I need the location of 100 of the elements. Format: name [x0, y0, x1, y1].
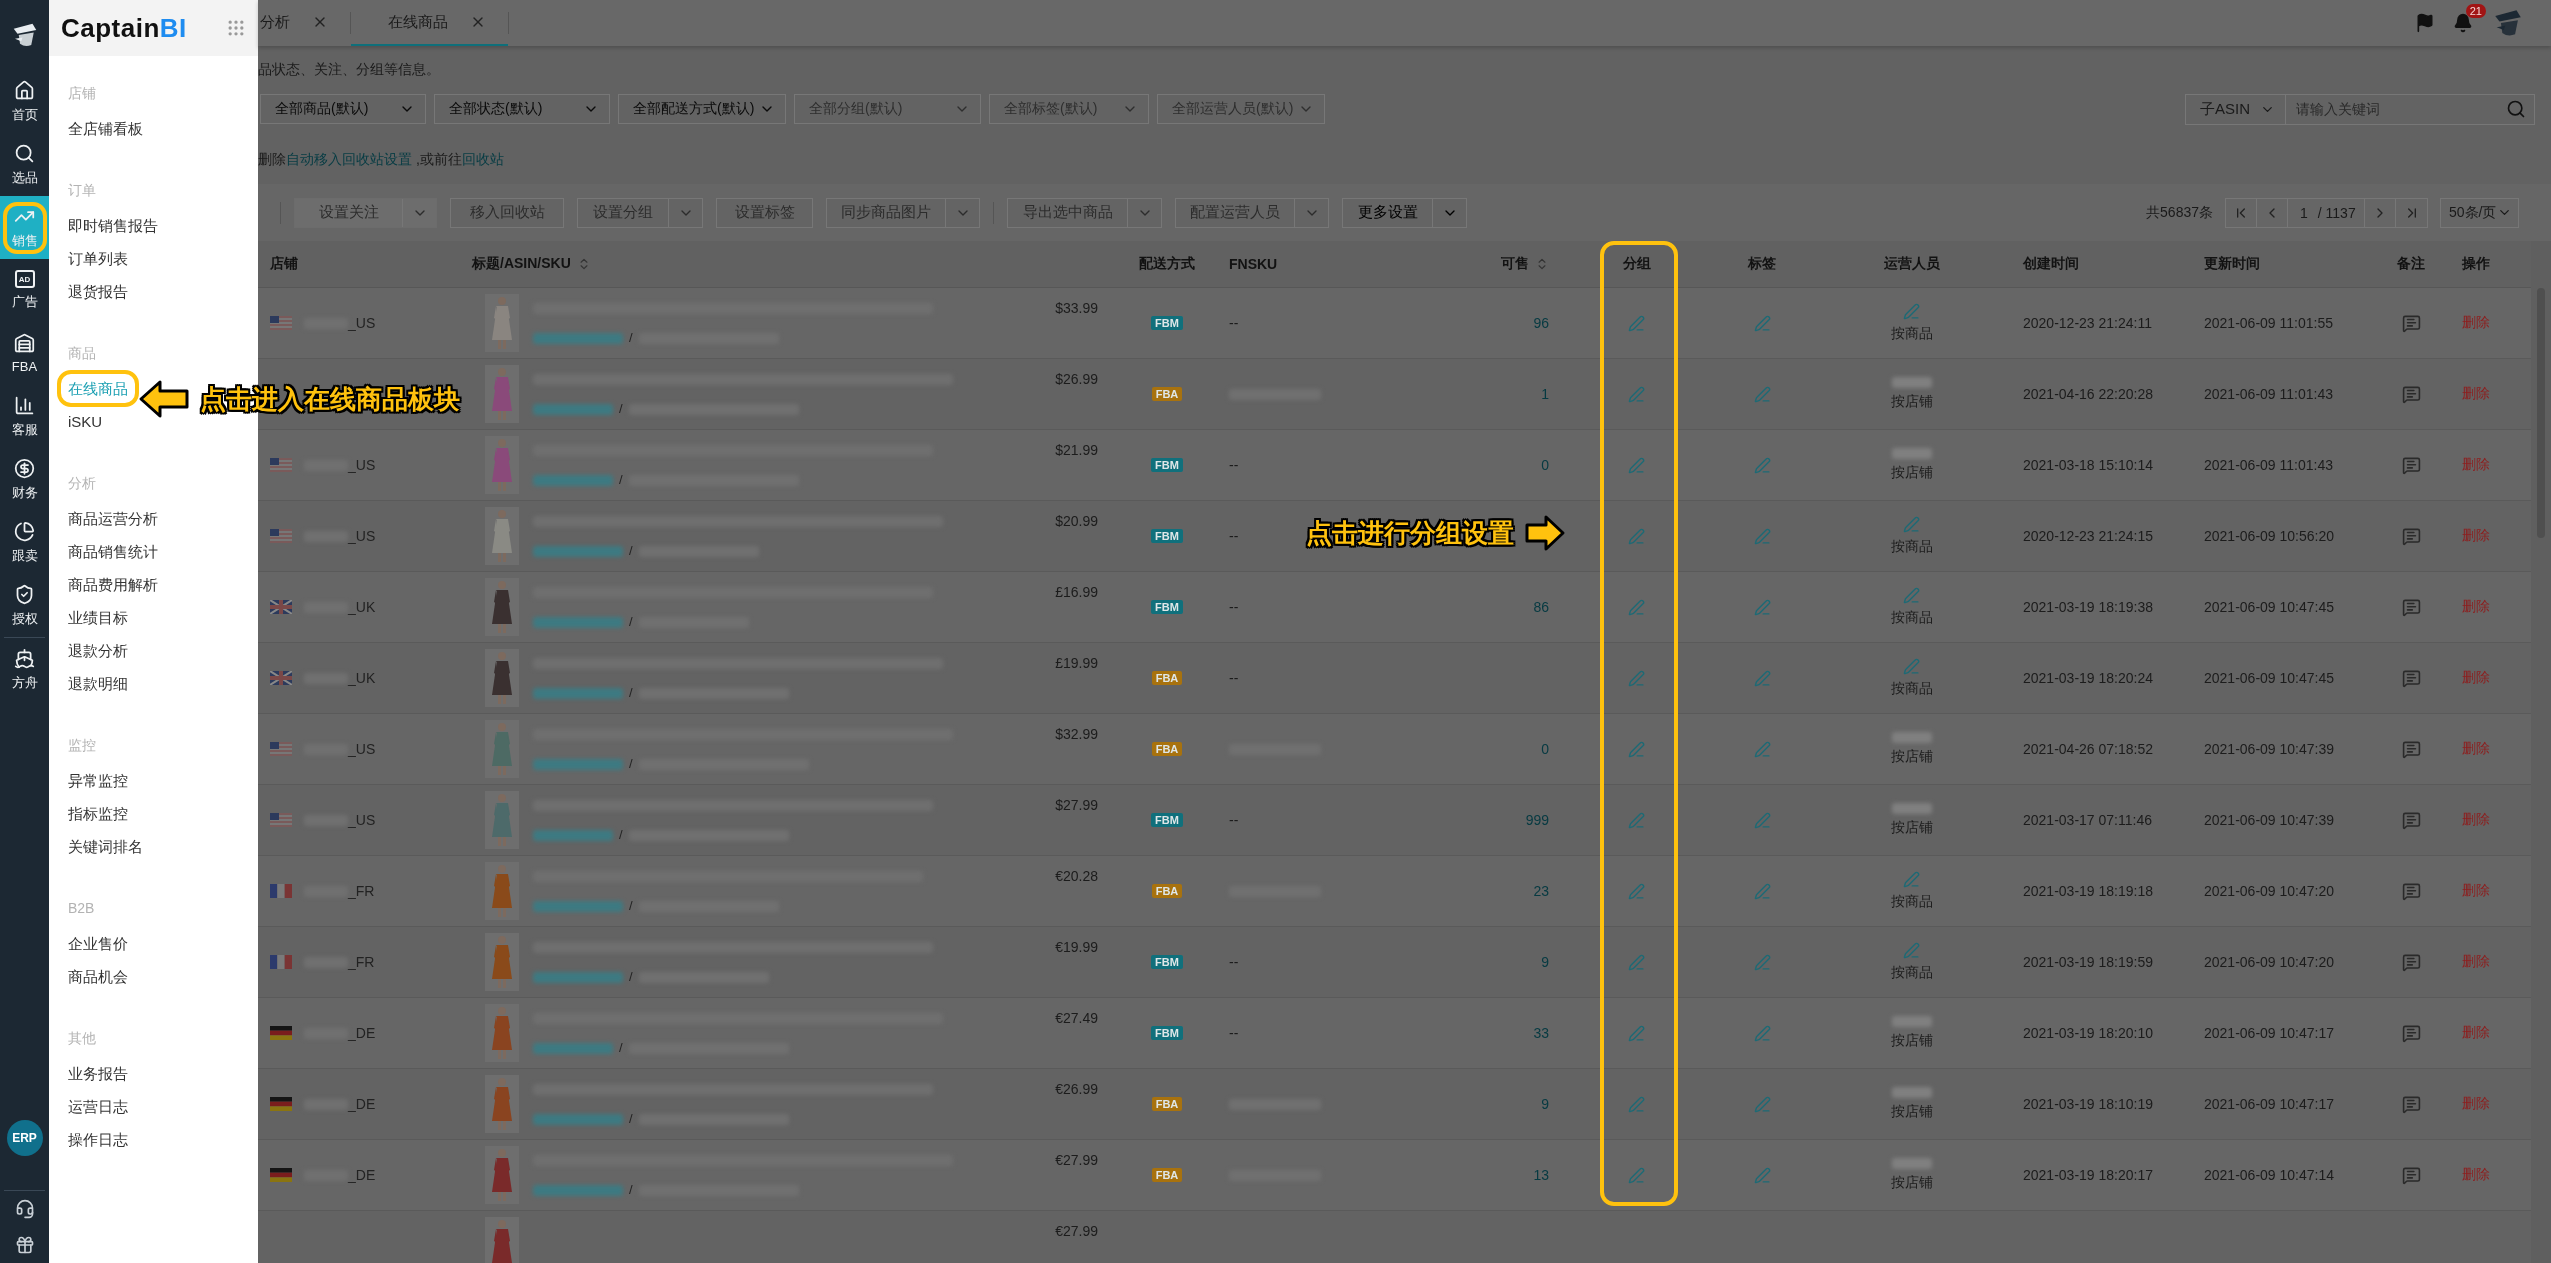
note-icon[interactable] [2401, 810, 2421, 830]
edit-icon[interactable] [1628, 1166, 1645, 1184]
edit-icon[interactable] [1628, 1095, 1645, 1113]
note-icon[interactable] [2401, 384, 2421, 404]
edit-icon[interactable] [1753, 598, 1771, 616]
edit-icon[interactable] [1753, 456, 1771, 474]
bell-icon[interactable] [2453, 13, 2473, 33]
blurred-link[interactable] [533, 829, 613, 841]
menu-item[interactable]: 业绩目标 [68, 601, 128, 634]
edit-icon[interactable] [1753, 882, 1771, 900]
menu-item[interactable]: 运营日志 [68, 1090, 128, 1123]
stock-count[interactable]: 96 [1533, 315, 1549, 331]
edit-icon[interactable] [1628, 1024, 1645, 1042]
edit-icon[interactable] [1628, 811, 1645, 829]
nav-item[interactable]: 财务 [0, 448, 49, 511]
stock-count[interactable]: 9 [1541, 954, 1549, 970]
nav-item[interactable]: 选品 [0, 133, 49, 196]
delete-link[interactable]: 删除 [2462, 385, 2490, 403]
erp-button[interactable]: ERP [6, 1120, 43, 1156]
edit-icon[interactable] [1628, 669, 1645, 687]
edit-icon[interactable] [1903, 871, 1920, 888]
edit-icon[interactable] [1753, 1024, 1771, 1042]
stock-count[interactable]: 86 [1533, 599, 1549, 615]
delete-link[interactable]: 删除 [2462, 882, 2490, 900]
tab[interactable]: 分析 [258, 0, 350, 46]
note-icon[interactable] [2401, 668, 2421, 688]
blurred-link[interactable] [533, 616, 623, 628]
delete-link[interactable]: 删除 [2462, 314, 2490, 332]
menu-item[interactable]: 业务报告 [68, 1057, 128, 1090]
edit-icon[interactable] [1628, 456, 1645, 474]
nav-item[interactable]: 授权 [0, 574, 49, 637]
note-icon[interactable] [2401, 1165, 2421, 1185]
menu-item[interactable]: 商品机会 [68, 960, 128, 993]
delete-link[interactable]: 删除 [2462, 456, 2490, 474]
edit-icon[interactable] [1628, 527, 1645, 545]
stock-count[interactable]: 9 [1541, 1096, 1549, 1112]
page-size-dropdown[interactable]: 50条/页 [2440, 197, 2519, 228]
delete-link[interactable]: 删除 [2462, 1166, 2490, 1184]
nav-item[interactable]: 首页 [0, 70, 49, 133]
menu-item[interactable]: 商品销售统计 [68, 535, 158, 568]
nav-item[interactable]: 客服 [0, 385, 49, 448]
toolbar-button[interactable]: 更多设置 [1342, 197, 1467, 228]
blurred-link[interactable] [533, 900, 623, 912]
edit-icon[interactable] [1628, 314, 1645, 332]
edit-icon[interactable] [1753, 1095, 1771, 1113]
edit-icon[interactable] [1628, 882, 1645, 900]
menu-item[interactable]: 即时销售报告 [68, 209, 158, 242]
menu-item[interactable]: 关键词排名 [68, 830, 143, 863]
note-icon[interactable] [2401, 597, 2421, 617]
gift-icon[interactable] [14, 1235, 35, 1255]
note-icon[interactable] [2401, 1094, 2421, 1114]
filter-dropdown[interactable]: 全部状态(默认) [434, 94, 610, 124]
delete-link[interactable]: 删除 [2462, 740, 2490, 758]
edit-icon[interactable] [1753, 1166, 1771, 1184]
edit-icon[interactable] [1903, 942, 1920, 959]
edit-icon[interactable] [1753, 811, 1771, 829]
page-input[interactable]: 1 [2300, 204, 2308, 221]
menu-item[interactable]: 退货报告 [68, 275, 128, 308]
blurred-link[interactable] [533, 971, 623, 983]
edit-icon[interactable] [1903, 658, 1920, 675]
recycle-bin-link[interactable]: 回收站 [461, 151, 504, 167]
delete-link[interactable]: 删除 [2462, 527, 2490, 545]
note-icon[interactable] [2401, 739, 2421, 759]
menu-item[interactable]: 商品费用解析 [68, 568, 158, 601]
edit-icon[interactable] [1753, 385, 1771, 403]
edit-icon[interactable] [1753, 314, 1771, 332]
blurred-link[interactable] [533, 1113, 623, 1125]
blurred-link[interactable] [533, 1042, 613, 1054]
note-icon[interactable] [2401, 526, 2421, 546]
delete-link[interactable]: 删除 [2462, 811, 2490, 829]
nav-item[interactable]: 跟卖 [0, 511, 49, 574]
blurred-link[interactable] [533, 687, 623, 699]
delete-link[interactable]: 删除 [2462, 953, 2490, 971]
edit-icon[interactable] [1903, 303, 1920, 320]
edit-icon[interactable] [1753, 669, 1771, 687]
stock-count[interactable]: 33 [1533, 1025, 1549, 1041]
blurred-link[interactable] [533, 758, 623, 770]
delete-link[interactable]: 删除 [2462, 1095, 2490, 1113]
edit-icon[interactable] [1628, 385, 1645, 403]
tab[interactable]: 在线商品 [351, 0, 508, 46]
edit-icon[interactable] [1903, 516, 1920, 533]
delete-link[interactable]: 删除 [2462, 669, 2490, 687]
menu-item[interactable]: iSKU [68, 405, 103, 438]
edit-icon[interactable] [1628, 953, 1645, 971]
stock-count[interactable]: 13 [1533, 1167, 1549, 1183]
edit-icon[interactable] [1903, 587, 1920, 604]
note-icon[interactable] [2401, 952, 2421, 972]
filter-dropdown[interactable]: 全部配送方式(默认) [618, 94, 786, 124]
edit-icon[interactable] [1753, 527, 1771, 545]
nav-item[interactable]: FBA [0, 322, 49, 385]
search-scope-dropdown[interactable]: 子ASIN [2186, 94, 2286, 124]
note-icon[interactable] [2401, 1023, 2421, 1043]
flag-icon[interactable] [2415, 13, 2435, 33]
menu-item[interactable]: 全店铺看板 [68, 112, 143, 145]
edit-icon[interactable] [1628, 598, 1645, 616]
nav-item[interactable]: 方舟 [0, 638, 49, 701]
filter-dropdown[interactable]: 全部商品(默认) [260, 94, 426, 124]
blurred-link[interactable] [533, 545, 623, 557]
menu-item[interactable]: 退款明细 [68, 667, 128, 700]
support-icon[interactable] [14, 1199, 35, 1219]
